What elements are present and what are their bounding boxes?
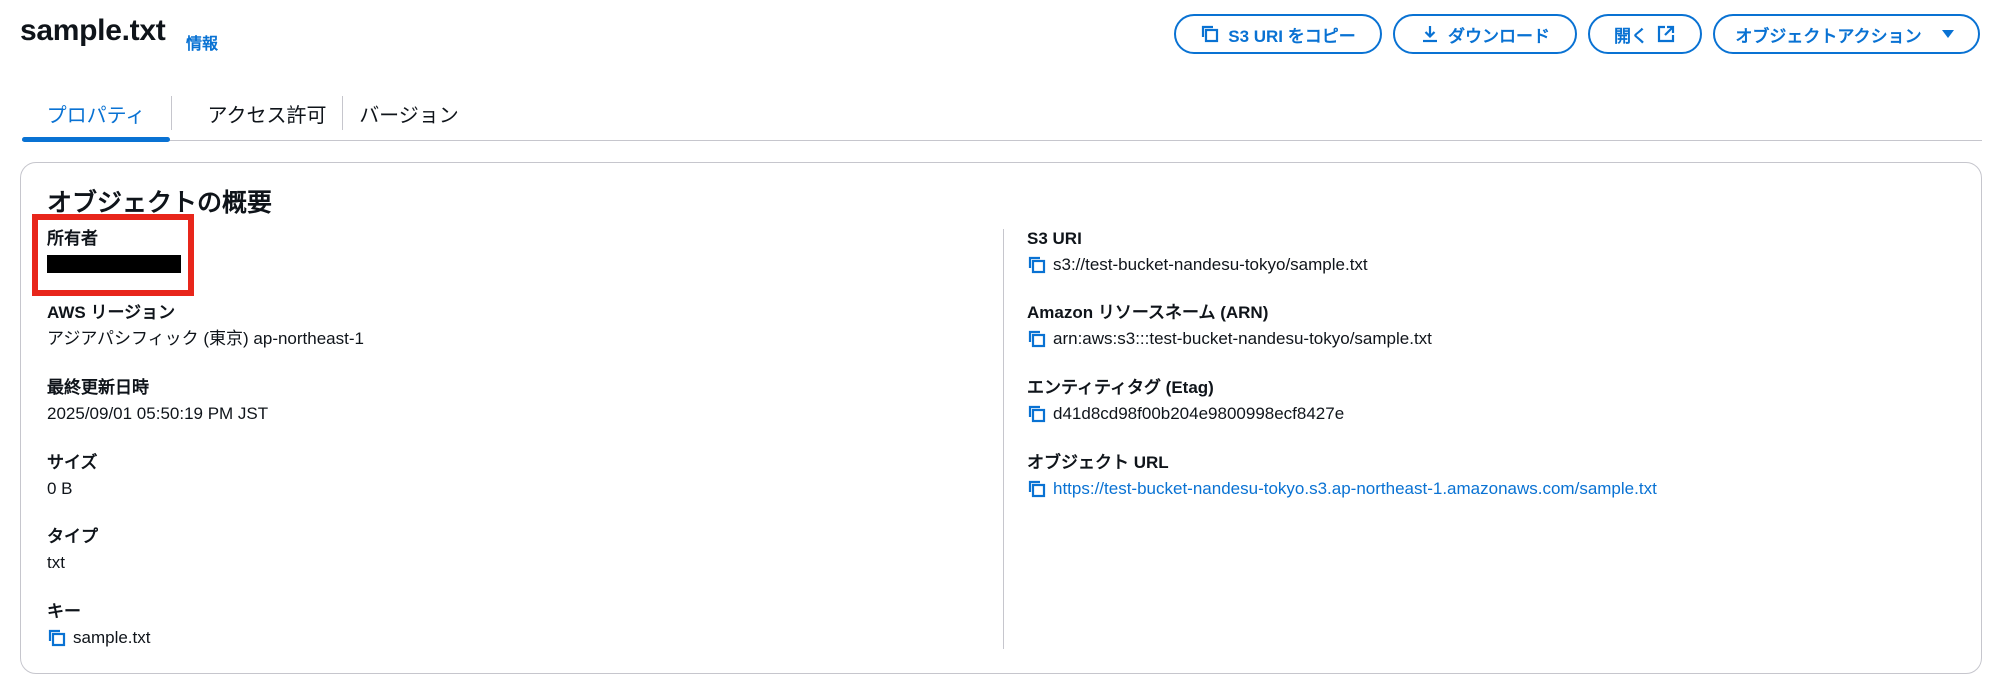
type-value: txt bbox=[47, 553, 65, 572]
arn-field: Amazon リソースネーム (ARN) arn:aws:s3:::test-b… bbox=[1027, 301, 1432, 351]
s3-uri-label: S3 URI bbox=[1027, 229, 1082, 248]
arn-value: arn:aws:s3:::test-bucket-nandesu-tokyo/s… bbox=[1053, 329, 1432, 348]
object-url-link[interactable]: https://test-bucket-nandesu-tokyo.s3.ap-… bbox=[1053, 477, 1657, 501]
page-title: sample.txt bbox=[20, 14, 166, 47]
copy-icon[interactable] bbox=[1027, 255, 1047, 275]
object-url-label: オブジェクト URL bbox=[1027, 453, 1169, 472]
tab-properties[interactable]: プロパティ bbox=[22, 86, 170, 142]
object-actions-dropdown[interactable]: オブジェクトアクション bbox=[1713, 14, 1980, 54]
open-label: 開く bbox=[1614, 26, 1648, 46]
s3-uri-value-row: s3://test-bucket-nandesu-tokyo/sample.tx… bbox=[1027, 253, 1368, 277]
download-button[interactable]: ダウンロード bbox=[1393, 14, 1577, 54]
region-value: アジアパシフィック (東京) ap-northeast-1 bbox=[47, 329, 364, 348]
object-overview-card: オブジェクトの概要 所有者 AWS リージョン アジアパシフィック (東京) a… bbox=[20, 162, 1982, 674]
type-label: タイプ bbox=[47, 527, 98, 546]
s3-uri-value: s3://test-bucket-nandesu-tokyo/sample.tx… bbox=[1053, 255, 1368, 274]
download-label: ダウンロード bbox=[1448, 26, 1550, 46]
key-value-row: sample.txt bbox=[47, 626, 150, 650]
region-label: AWS リージョン bbox=[47, 303, 176, 322]
copy-s3-uri-label: S3 URI をコピー bbox=[1228, 26, 1356, 46]
copy-icon[interactable] bbox=[1027, 479, 1047, 499]
info-link[interactable]: 情報 bbox=[186, 30, 218, 54]
size-field: サイズ 0 B bbox=[47, 451, 98, 501]
last-modified-value: 2025/09/01 05:50:19 PM JST bbox=[47, 404, 269, 423]
copy-icon[interactable] bbox=[47, 628, 67, 648]
tab-divider bbox=[342, 96, 343, 130]
size-value: 0 B bbox=[47, 479, 73, 498]
copy-s3-uri-button[interactable]: S3 URI をコピー bbox=[1174, 14, 1382, 54]
arn-label: Amazon リソースネーム (ARN) bbox=[1027, 303, 1269, 322]
object-url-value-row: https://test-bucket-nandesu-tokyo.s3.ap-… bbox=[1027, 477, 1657, 501]
s3-object-page: sample.txt 情報 S3 URI をコピー ダウンロード 開く オブジェ… bbox=[0, 0, 2000, 699]
type-field: タイプ txt bbox=[47, 525, 98, 575]
tab-versions[interactable]: バージョン bbox=[344, 86, 474, 140]
etag-value: d41d8cd98f00b204e9800998ecf8427e bbox=[1053, 404, 1345, 423]
external-link-icon bbox=[1657, 25, 1675, 43]
copy-icon bbox=[1202, 25, 1219, 43]
open-button[interactable]: 開く bbox=[1588, 14, 1702, 54]
download-icon bbox=[1423, 26, 1437, 43]
arn-value-row: arn:aws:s3:::test-bucket-nandesu-tokyo/s… bbox=[1027, 327, 1432, 351]
etag-value-row: d41d8cd98f00b204e9800998ecf8427e bbox=[1027, 402, 1344, 426]
size-label: サイズ bbox=[47, 453, 98, 472]
tab-bar: プロパティ アクセス許可 バージョン bbox=[22, 86, 1982, 142]
etag-field: エンティティタグ (Etag) d41d8cd98f00b204e9800998… bbox=[1027, 376, 1344, 426]
owner-highlight-box bbox=[32, 214, 194, 296]
key-field: キー sample.txt bbox=[47, 600, 150, 650]
last-modified-field: 最終更新日時 2025/09/01 05:50:19 PM JST bbox=[47, 376, 268, 426]
object-actions-label: オブジェクトアクション bbox=[1735, 26, 1922, 46]
key-label: キー bbox=[47, 602, 81, 621]
caret-down-icon bbox=[1941, 30, 1954, 38]
copy-icon[interactable] bbox=[1027, 404, 1047, 424]
key-value: sample.txt bbox=[73, 628, 151, 647]
copy-icon[interactable] bbox=[1027, 329, 1047, 349]
column-divider bbox=[1003, 229, 1004, 649]
tab-permissions[interactable]: アクセス許可 bbox=[172, 86, 362, 140]
last-modified-label: 最終更新日時 bbox=[47, 378, 149, 397]
region-field: AWS リージョン アジアパシフィック (東京) ap-northeast-1 bbox=[47, 301, 364, 351]
etag-label: エンティティタグ (Etag) bbox=[1027, 378, 1214, 397]
object-url-field: オブジェクト URL https://test-bucket-nandesu-t… bbox=[1027, 451, 1657, 501]
s3-uri-field: S3 URI s3://test-bucket-nandesu-tokyo/sa… bbox=[1027, 227, 1368, 277]
